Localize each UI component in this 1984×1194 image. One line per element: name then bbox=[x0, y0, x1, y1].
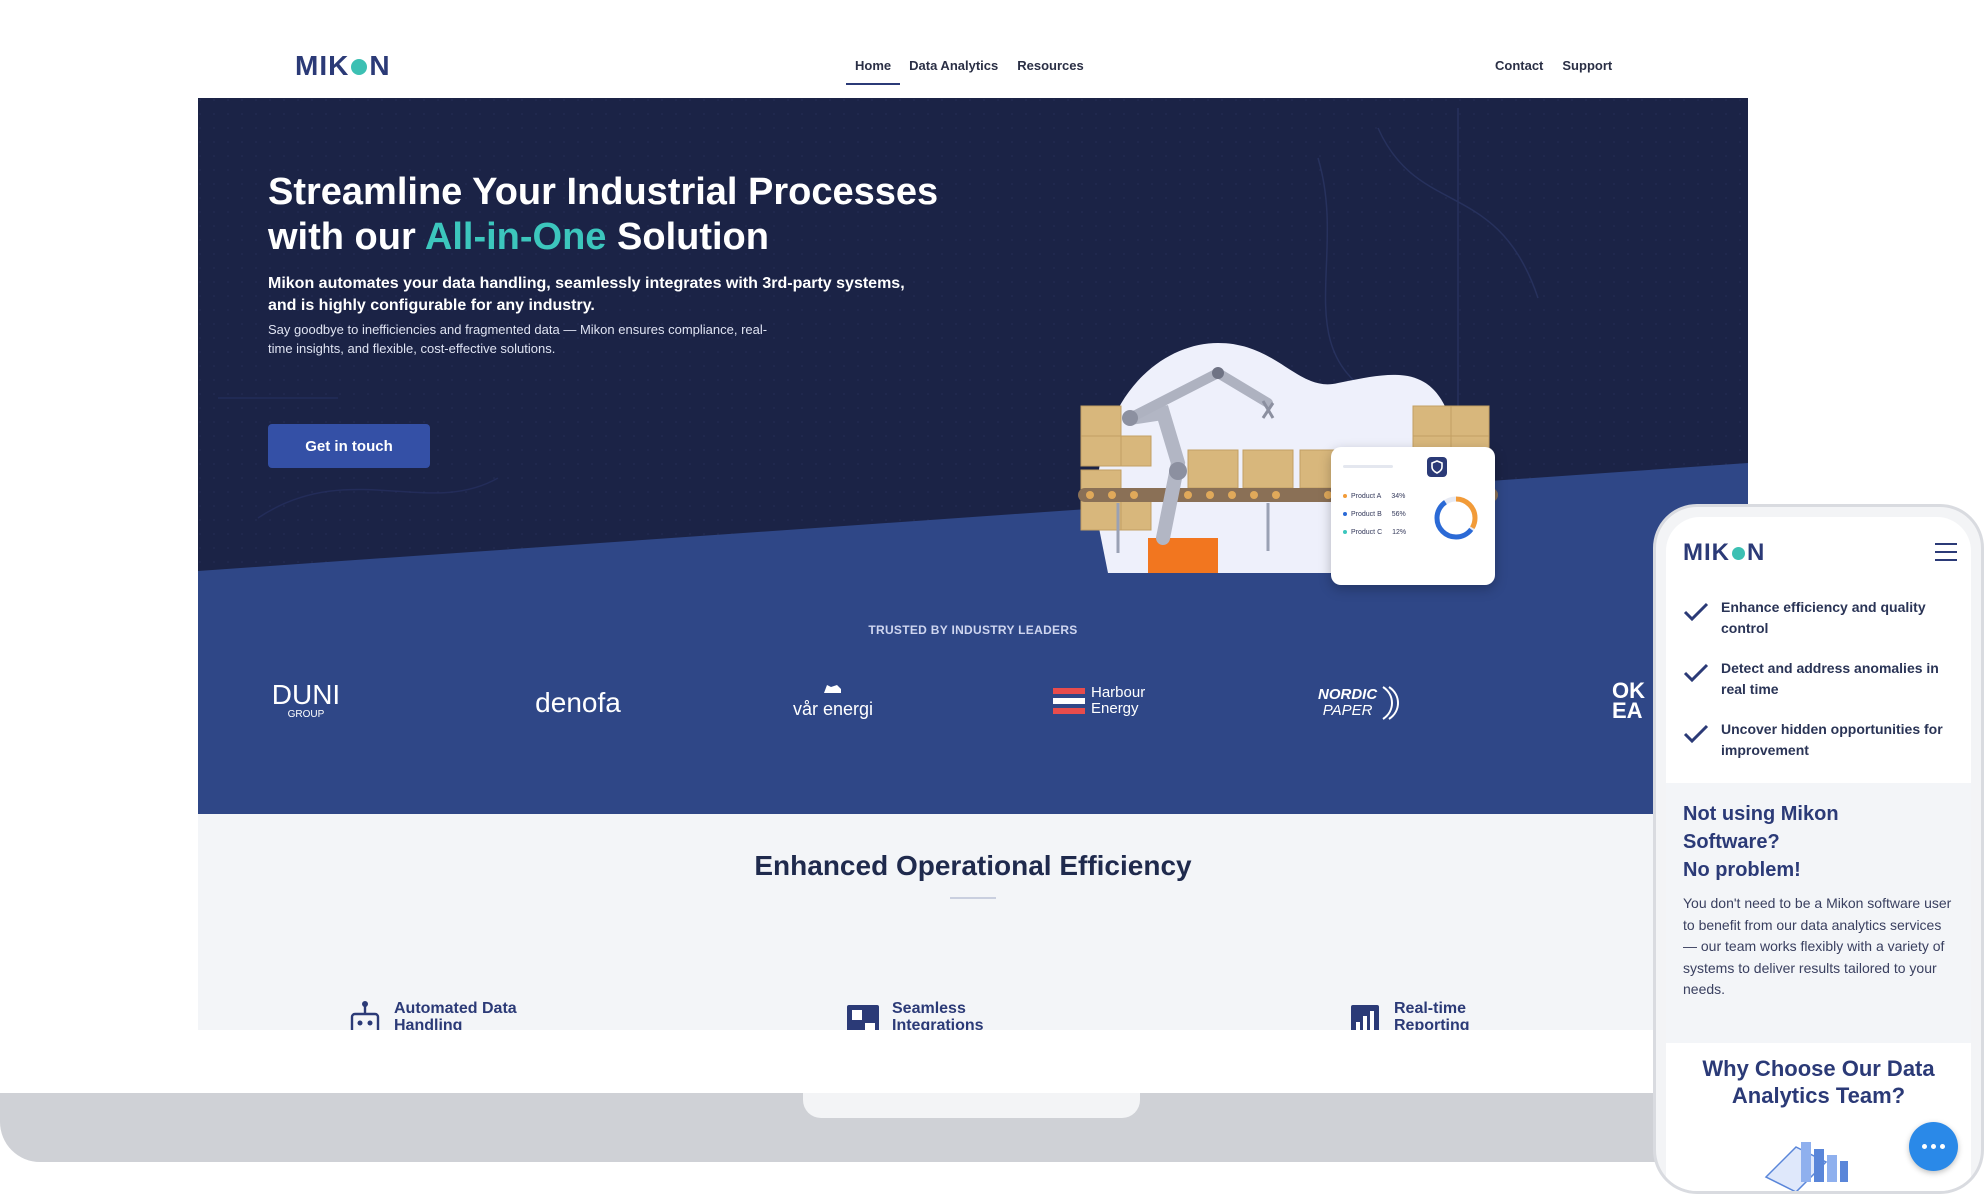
brand-logos: DUNI GROUP denofa vår energi Harbour Ener… bbox=[198, 681, 1748, 741]
feature-label: Real-time Reporting bbox=[1394, 1000, 1470, 1030]
brand-okea-logo: OK EA bbox=[1612, 681, 1645, 721]
top-navbar: MIK N Home Data Analytics Resources Conta… bbox=[198, 40, 1748, 98]
feature-label: Automated Data Handling bbox=[394, 1000, 517, 1030]
nav-resources[interactable]: Resources bbox=[1017, 58, 1083, 85]
analytics-illustration bbox=[1764, 1142, 1848, 1191]
robot-icon bbox=[350, 1001, 380, 1030]
brand-duni-logo: DUNI GROUP bbox=[271, 679, 341, 721]
card-row: Product A 34% bbox=[1343, 493, 1405, 500]
card-row: Product B 56% bbox=[1343, 511, 1406, 518]
feature-automated-data: Automated Data Handling bbox=[346, 1000, 544, 1030]
card-header-bar bbox=[1343, 465, 1393, 468]
nav-home[interactable]: Home bbox=[846, 58, 901, 85]
card-row: Product C 12% bbox=[1343, 529, 1406, 536]
checklist-item: Enhance efficiency and quality control bbox=[1683, 597, 1963, 639]
trusted-heading: TRUSTED BY INDUSTRY LEADERS bbox=[868, 623, 1078, 637]
nav-support[interactable]: Support bbox=[1562, 58, 1612, 73]
feature-real-time-reporting: Real-time Reporting bbox=[1346, 1000, 1544, 1030]
efficiency-title: Enhanced Operational Efficiency bbox=[754, 850, 1192, 881]
brand-var-energi-logo: vår energi bbox=[778, 681, 888, 718]
hero-section: Streamline Your Industrial Processes wit… bbox=[198, 98, 1748, 814]
nav-contact[interactable]: Contact bbox=[1495, 58, 1543, 73]
mobile-screen: MIK N Enhance efficiency and quality cont… bbox=[1666, 517, 1971, 1191]
report-chart-icon bbox=[1351, 1005, 1379, 1030]
dog-logo-icon bbox=[824, 685, 841, 693]
hamburger-menu-icon[interactable] bbox=[1935, 543, 1957, 561]
checkmark-icon bbox=[1683, 663, 1709, 683]
logo-dot-icon bbox=[1732, 547, 1745, 560]
hero-subtitle: Mikon automates your data handling, seam… bbox=[268, 275, 905, 314]
harbour-flag-icon bbox=[1053, 688, 1085, 714]
nordic-arcs-icon bbox=[1382, 686, 1400, 720]
logo-dot-icon bbox=[351, 59, 368, 75]
get-in-touch-button[interactable]: Get in touch bbox=[268, 424, 430, 468]
feature-label: Seamless Integrations bbox=[892, 1000, 984, 1030]
benefit-checklist: Enhance efficiency and quality control D… bbox=[1683, 597, 1963, 780]
why-choose-title: Why Choose Our Data Analytics Team? bbox=[1702, 1056, 1935, 1108]
nav-links: Home Data Analytics Resources bbox=[846, 58, 1084, 85]
brand-nordic-paper-logo: NORDIC PAPER bbox=[1318, 685, 1418, 721]
not-using-description: You don't need to be a Mikon software us… bbox=[1683, 895, 1952, 997]
checkmark-icon bbox=[1683, 602, 1709, 622]
product-stats-card: Product A 34% Product B 56% Product C 12% bbox=[1331, 447, 1495, 585]
puzzle-icon bbox=[847, 1005, 879, 1030]
hero-title-accent: All-in-One bbox=[424, 216, 607, 258]
not-using-title: Not using Mikon Software? No problem! bbox=[1683, 803, 1839, 881]
brand-harbour-logo: Harbour Energy bbox=[1053, 685, 1173, 717]
feature-seamless-integrations: Seamless Integrations bbox=[844, 1000, 1042, 1030]
nav-data-analytics[interactable]: Data Analytics bbox=[909, 58, 998, 85]
checkmark-icon bbox=[1683, 724, 1709, 744]
shield-icon bbox=[1427, 457, 1447, 477]
hero-description: Say goodbye to inefficiencies and fragme… bbox=[268, 322, 768, 356]
mikon-logo[interactable]: MIK N bbox=[295, 50, 391, 82]
nav-right-links: Contact Support bbox=[1495, 58, 1612, 73]
laptop-notch bbox=[803, 1093, 1140, 1118]
title-divider bbox=[950, 897, 996, 899]
mobile-phone-mockup: MIK N Enhance efficiency and quality cont… bbox=[1653, 504, 1984, 1194]
mobile-mikon-logo[interactable]: MIK N bbox=[1683, 539, 1765, 567]
desktop-screen: MIK N Home Data Analytics Resources Conta… bbox=[198, 40, 1748, 1030]
hero-title: Streamline Your Industrial Processes wit… bbox=[268, 171, 939, 258]
brand-denofa-logo: denofa bbox=[535, 687, 621, 718]
chat-bubble-button[interactable] bbox=[1909, 1122, 1958, 1171]
checklist-item: Uncover hidden opportunities for improve… bbox=[1683, 719, 1963, 761]
checklist-item: Detect and address anomalies in real tim… bbox=[1683, 658, 1963, 700]
donut-chart bbox=[1434, 496, 1478, 540]
